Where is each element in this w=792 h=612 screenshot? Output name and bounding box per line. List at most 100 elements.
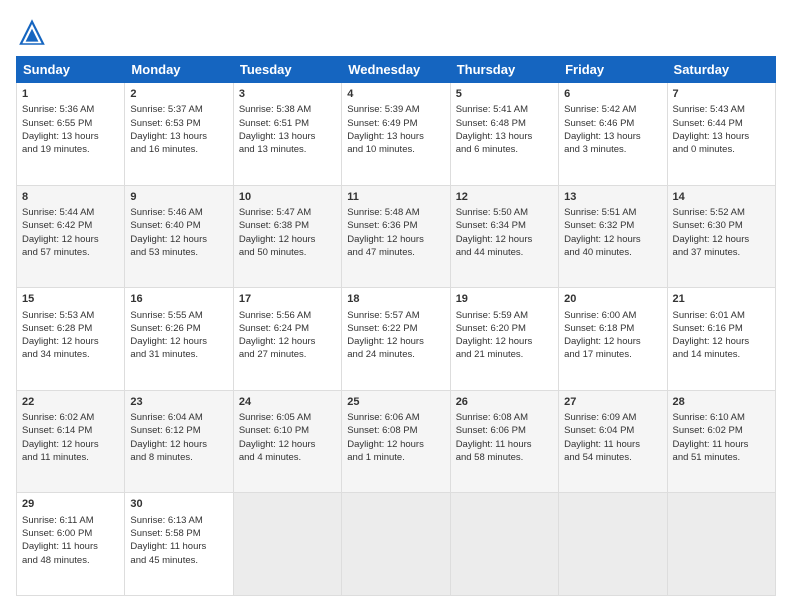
day-info: Daylight: 13 hours	[673, 130, 770, 143]
day-info: and 37 minutes.	[673, 246, 770, 259]
day-info: Daylight: 12 hours	[22, 335, 119, 348]
day-info: Sunset: 5:58 PM	[130, 527, 227, 540]
calendar-cell: 1Sunrise: 5:36 AMSunset: 6:55 PMDaylight…	[17, 83, 125, 186]
day-number: 28	[673, 395, 770, 410]
day-number: 22	[22, 395, 119, 410]
day-info: Sunrise: 5:57 AM	[347, 309, 444, 322]
day-info: Sunset: 6:42 PM	[22, 219, 119, 232]
day-number: 14	[673, 190, 770, 205]
day-number: 4	[347, 87, 444, 102]
calendar-cell: 12Sunrise: 5:50 AMSunset: 6:34 PMDayligh…	[450, 185, 558, 288]
calendar-cell: 23Sunrise: 6:04 AMSunset: 6:12 PMDayligh…	[125, 390, 233, 493]
day-info: Sunset: 6:02 PM	[673, 424, 770, 437]
day-info: Sunrise: 6:06 AM	[347, 411, 444, 424]
day-info: Sunset: 6:46 PM	[564, 117, 661, 130]
day-info: Sunset: 6:06 PM	[456, 424, 553, 437]
day-info: Sunrise: 5:53 AM	[22, 309, 119, 322]
day-info: Sunrise: 5:48 AM	[347, 206, 444, 219]
day-number: 20	[564, 292, 661, 307]
calendar-cell: 6Sunrise: 5:42 AMSunset: 6:46 PMDaylight…	[559, 83, 667, 186]
day-info: Daylight: 12 hours	[239, 233, 336, 246]
day-info: Sunset: 6:14 PM	[22, 424, 119, 437]
day-info: Daylight: 13 hours	[456, 130, 553, 143]
day-info: Sunrise: 6:10 AM	[673, 411, 770, 424]
day-info: Daylight: 12 hours	[673, 233, 770, 246]
calendar-week-5: 29Sunrise: 6:11 AMSunset: 6:00 PMDayligh…	[17, 493, 776, 596]
day-info: Sunrise: 5:50 AM	[456, 206, 553, 219]
day-info: Sunset: 6:38 PM	[239, 219, 336, 232]
day-number: 19	[456, 292, 553, 307]
day-number: 17	[239, 292, 336, 307]
day-number: 15	[22, 292, 119, 307]
day-number: 5	[456, 87, 553, 102]
day-info: Daylight: 12 hours	[22, 438, 119, 451]
weekday-header-monday: Monday	[125, 57, 233, 83]
day-number: 26	[456, 395, 553, 410]
day-info: Sunrise: 5:51 AM	[564, 206, 661, 219]
calendar-cell: 27Sunrise: 6:09 AMSunset: 6:04 PMDayligh…	[559, 390, 667, 493]
weekday-header-friday: Friday	[559, 57, 667, 83]
calendar-cell: 18Sunrise: 5:57 AMSunset: 6:22 PMDayligh…	[342, 288, 450, 391]
calendar-cell	[667, 493, 775, 596]
day-info: Sunrise: 5:42 AM	[564, 103, 661, 116]
day-info: and 24 minutes.	[347, 348, 444, 361]
day-info: and 27 minutes.	[239, 348, 336, 361]
day-info: Sunrise: 6:11 AM	[22, 514, 119, 527]
day-info: Sunrise: 6:08 AM	[456, 411, 553, 424]
calendar-cell: 5Sunrise: 5:41 AMSunset: 6:48 PMDaylight…	[450, 83, 558, 186]
day-number: 25	[347, 395, 444, 410]
calendar-cell: 13Sunrise: 5:51 AMSunset: 6:32 PMDayligh…	[559, 185, 667, 288]
calendar-table: SundayMondayTuesdayWednesdayThursdayFrid…	[16, 56, 776, 596]
day-info: and 58 minutes.	[456, 451, 553, 464]
day-info: Sunrise: 6:05 AM	[239, 411, 336, 424]
day-number: 8	[22, 190, 119, 205]
calendar-cell: 29Sunrise: 6:11 AMSunset: 6:00 PMDayligh…	[17, 493, 125, 596]
page: SundayMondayTuesdayWednesdayThursdayFrid…	[0, 0, 792, 612]
calendar-cell: 17Sunrise: 5:56 AMSunset: 6:24 PMDayligh…	[233, 288, 341, 391]
calendar-header-row: SundayMondayTuesdayWednesdayThursdayFrid…	[17, 57, 776, 83]
day-info: Sunrise: 5:37 AM	[130, 103, 227, 116]
day-info: Sunset: 6:36 PM	[347, 219, 444, 232]
header	[16, 16, 776, 48]
day-info: Sunrise: 5:44 AM	[22, 206, 119, 219]
day-info: and 8 minutes.	[130, 451, 227, 464]
day-info: Sunrise: 5:39 AM	[347, 103, 444, 116]
day-info: and 34 minutes.	[22, 348, 119, 361]
day-info: Daylight: 12 hours	[239, 438, 336, 451]
calendar-cell	[233, 493, 341, 596]
day-info: Sunset: 6:24 PM	[239, 322, 336, 335]
day-number: 2	[130, 87, 227, 102]
weekday-header-wednesday: Wednesday	[342, 57, 450, 83]
day-number: 10	[239, 190, 336, 205]
day-info: Sunset: 6:08 PM	[347, 424, 444, 437]
day-info: and 44 minutes.	[456, 246, 553, 259]
day-info: and 16 minutes.	[130, 143, 227, 156]
day-info: and 21 minutes.	[456, 348, 553, 361]
day-info: Daylight: 12 hours	[239, 335, 336, 348]
day-info: and 54 minutes.	[564, 451, 661, 464]
day-number: 27	[564, 395, 661, 410]
calendar-cell: 20Sunrise: 6:00 AMSunset: 6:18 PMDayligh…	[559, 288, 667, 391]
day-info: Sunrise: 5:46 AM	[130, 206, 227, 219]
calendar-cell: 9Sunrise: 5:46 AMSunset: 6:40 PMDaylight…	[125, 185, 233, 288]
weekday-header-tuesday: Tuesday	[233, 57, 341, 83]
calendar-cell: 16Sunrise: 5:55 AMSunset: 6:26 PMDayligh…	[125, 288, 233, 391]
calendar-cell: 3Sunrise: 5:38 AMSunset: 6:51 PMDaylight…	[233, 83, 341, 186]
day-info: and 53 minutes.	[130, 246, 227, 259]
calendar-cell	[450, 493, 558, 596]
day-info: and 48 minutes.	[22, 554, 119, 567]
day-info: Sunrise: 5:43 AM	[673, 103, 770, 116]
day-number: 6	[564, 87, 661, 102]
day-info: and 1 minute.	[347, 451, 444, 464]
calendar-cell: 4Sunrise: 5:39 AMSunset: 6:49 PMDaylight…	[342, 83, 450, 186]
day-info: Sunrise: 5:52 AM	[673, 206, 770, 219]
day-number: 3	[239, 87, 336, 102]
day-info: Sunset: 6:10 PM	[239, 424, 336, 437]
day-info: and 4 minutes.	[239, 451, 336, 464]
day-number: 30	[130, 497, 227, 512]
day-info: Sunset: 6:32 PM	[564, 219, 661, 232]
day-info: Sunset: 6:16 PM	[673, 322, 770, 335]
day-info: and 51 minutes.	[673, 451, 770, 464]
logo-icon	[16, 16, 48, 48]
calendar-week-2: 8Sunrise: 5:44 AMSunset: 6:42 PM Daylight…	[17, 185, 776, 288]
